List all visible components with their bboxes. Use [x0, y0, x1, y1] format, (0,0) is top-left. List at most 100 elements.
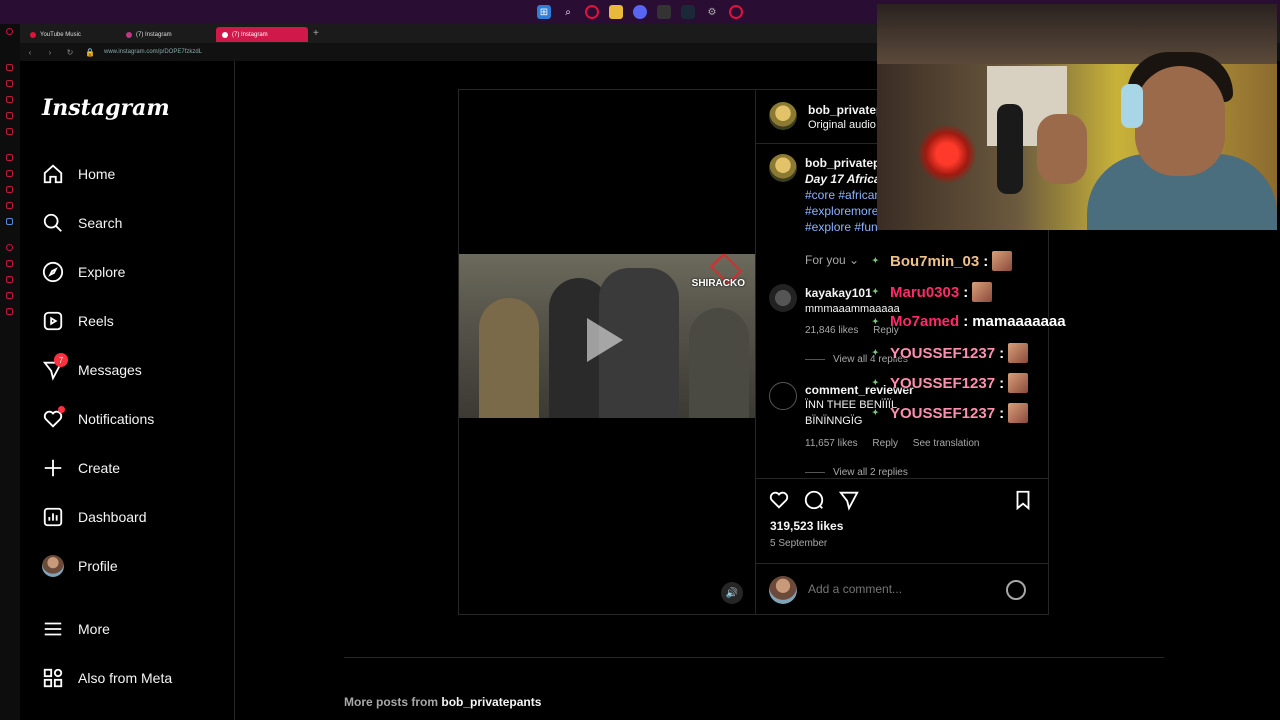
comment-composer — [756, 563, 1049, 615]
webcam-red-light — [917, 124, 977, 184]
comment-likes[interactable]: 11,657 likes — [805, 438, 858, 449]
caption-hashtags[interactable]: #explore #fun — [805, 220, 878, 234]
view-replies-button[interactable]: View all 2 replies — [805, 467, 908, 478]
commenter-avatar[interactable] — [769, 382, 797, 410]
comment-button[interactable] — [803, 489, 825, 511]
sidebar-app-icon[interactable] — [6, 260, 13, 267]
chat-message: ✦ Bou7min_03 : — [872, 251, 1013, 271]
emoji-icon[interactable] — [1006, 580, 1026, 600]
new-tab-button[interactable]: + — [313, 28, 319, 39]
author-username[interactable]: bob_privatep — [808, 103, 883, 117]
comment-likes[interactable]: 21,846 likes — [805, 325, 858, 336]
url-field[interactable]: www.instagram.com/p/DOPE7fzkzdL — [104, 49, 202, 55]
chat-emote — [1008, 343, 1029, 363]
nav-notifications[interactable]: Notifications — [42, 404, 154, 434]
post-date: 5 September — [770, 538, 828, 549]
sidebar-app-icon[interactable] — [6, 308, 13, 315]
see-translation-button[interactable]: See translation — [913, 438, 980, 449]
likes-count[interactable]: 319,523 likes — [770, 519, 843, 533]
share-button[interactable] — [838, 489, 860, 511]
sidebar-app-icon[interactable] — [6, 292, 13, 299]
search-icon[interactable]: ⌕ — [561, 5, 575, 19]
crowd-figure — [479, 298, 539, 418]
caption-username[interactable]: bob_privatepa — [805, 156, 887, 170]
sidebar-app-icon[interactable] — [6, 244, 13, 251]
sidebar-app-icon[interactable] — [6, 154, 13, 161]
view-replies-label: View all 2 replies — [833, 467, 908, 478]
sidebar-app-icon[interactable] — [6, 80, 13, 87]
steam-icon[interactable] — [681, 5, 695, 19]
nav-profile[interactable]: Profile — [42, 551, 118, 581]
comment-sort-dropdown[interactable]: For you ⌄ — [805, 253, 859, 267]
sidebar-app-icon[interactable] — [6, 96, 13, 103]
more-posts-heading: More posts from bob_privatepants — [344, 695, 541, 709]
author-avatar[interactable] — [769, 102, 797, 130]
instagram-sidebar: Instagram Home Search Explore Reels 7 Me… — [20, 61, 235, 720]
file-explorer-icon[interactable] — [609, 5, 623, 19]
tab-label: (7) Instagram — [136, 31, 172, 38]
more-posts-username[interactable]: bob_privatepants — [441, 695, 541, 709]
chat-emote — [992, 251, 1013, 271]
youtube-music-icon — [30, 31, 36, 38]
chat-emote — [1008, 373, 1029, 393]
like-button[interactable] — [768, 489, 790, 511]
play-icon[interactable] — [587, 318, 623, 362]
mute-button[interactable]: 🔊 — [721, 582, 743, 604]
forward-icon[interactable]: › — [44, 48, 56, 57]
settings-icon[interactable]: ⚙ — [705, 5, 719, 19]
back-icon[interactable]: ‹ — [24, 48, 36, 57]
sidebar-app-icon[interactable] — [6, 64, 13, 71]
sidebar-app-icon[interactable] — [6, 170, 13, 177]
sidebar-app-icon[interactable] — [6, 128, 13, 135]
nav-create[interactable]: Create — [42, 453, 120, 483]
sidebar-app-icon[interactable] — [6, 276, 13, 283]
webcam-microphone — [997, 104, 1023, 194]
messenger-icon: 7 — [42, 353, 68, 381]
instagram-logo[interactable]: Instagram — [42, 95, 170, 121]
post-media[interactable]: SHIRACKO 🔊 — [459, 90, 755, 614]
tab-youtube-music[interactable]: YouTube Music — [24, 27, 116, 42]
caption-hashtags[interactable]: #core #african — [805, 188, 881, 202]
sidebar-app-icon[interactable] — [6, 112, 13, 119]
opera-icon[interactable] — [6, 28, 13, 35]
chat-emote — [972, 282, 993, 302]
tab-instagram-active[interactable]: (7) Instagram — [216, 27, 308, 42]
sidebar-app-icon[interactable] — [6, 186, 13, 193]
chat-emote — [1008, 403, 1029, 423]
chat-message: ✦ YOUSSEF1237 : — [872, 373, 1029, 393]
video-thumbnail[interactable]: SHIRACKO — [459, 254, 755, 418]
nav-explore[interactable]: Explore — [42, 257, 125, 287]
discord-icon[interactable] — [633, 5, 647, 19]
reply-button[interactable]: Reply — [872, 438, 898, 449]
tab-instagram[interactable]: (7) Instagram — [120, 27, 212, 42]
app-icon[interactable] — [729, 5, 743, 19]
heart-icon — [42, 406, 65, 430]
nav-dashboard[interactable]: Dashboard — [42, 502, 147, 532]
reload-icon[interactable]: ↻ — [64, 48, 76, 57]
chat-separator: : — [999, 374, 1005, 392]
commenter-avatar[interactable] — [769, 284, 797, 312]
nav-reels[interactable]: Reels — [42, 306, 114, 336]
nav-more[interactable]: More — [42, 614, 110, 644]
windows-start-icon[interactable]: ⊞ — [537, 5, 551, 19]
webcam-overlay — [877, 4, 1277, 230]
chat-badge-icon: ✦ — [872, 316, 879, 326]
nav-also-from-meta[interactable]: Also from Meta — [42, 663, 172, 693]
x-icon[interactable] — [6, 202, 13, 209]
nav-label: Explore — [78, 264, 126, 280]
nav-messages[interactable]: 7 Messages — [42, 353, 142, 385]
nav-label: Messages — [78, 362, 142, 378]
save-button[interactable] — [1012, 489, 1034, 511]
nav-search[interactable]: Search — [42, 208, 122, 238]
nav-home[interactable]: Home — [42, 159, 115, 189]
caption-hashtags[interactable]: #exploremore — [805, 204, 878, 218]
terminal-icon[interactable] — [657, 5, 671, 19]
comment-meta: 11,657 likes Reply See translation — [805, 438, 992, 449]
original-audio-link[interactable]: Original audio — [808, 119, 876, 131]
opera-icon[interactable] — [585, 5, 599, 19]
sidebar-app-icon[interactable] — [6, 218, 13, 225]
dashboard-icon — [42, 506, 64, 528]
comment-input[interactable] — [808, 582, 998, 596]
comment-username[interactable]: kayakay101 — [805, 286, 872, 300]
caption-avatar[interactable] — [769, 154, 797, 182]
